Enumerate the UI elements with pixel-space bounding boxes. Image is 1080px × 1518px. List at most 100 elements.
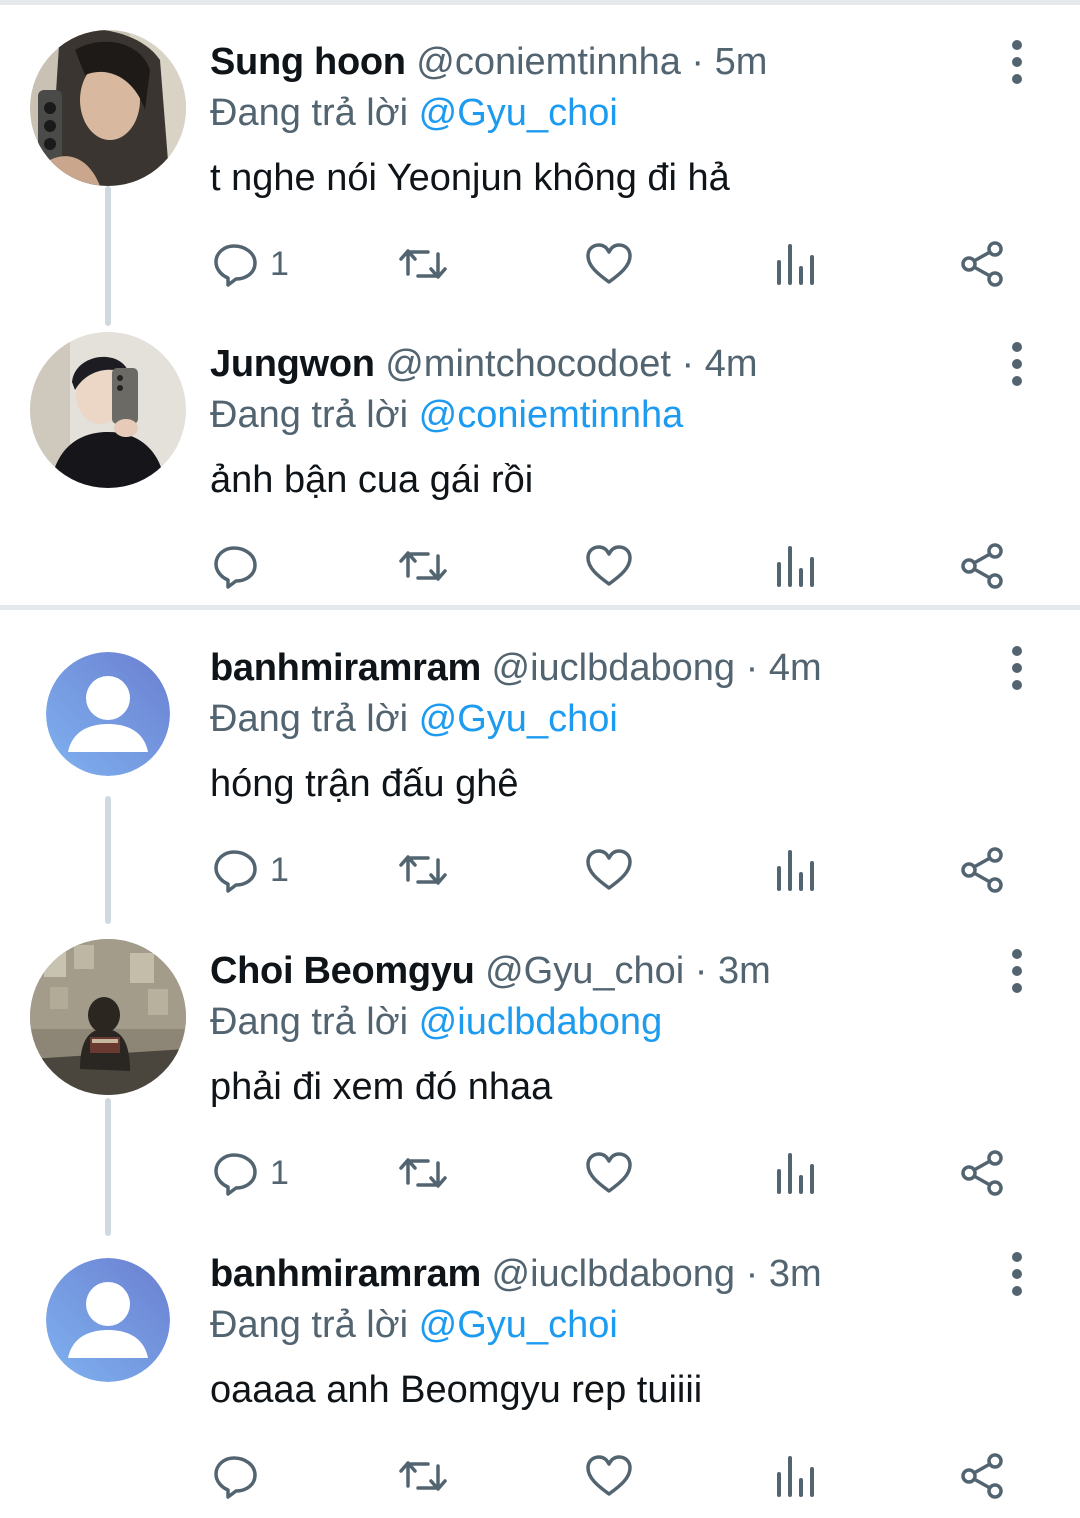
retweet-button[interactable]: [396, 538, 450, 594]
avatar[interactable]: [46, 1258, 170, 1382]
action-bar: 1: [0, 1145, 1080, 1201]
more-vertical-icon[interactable]: [1000, 1250, 1034, 1298]
reply-button[interactable]: [212, 1448, 270, 1504]
tweet-text: t nghe nói Yeonjun không đi hả: [210, 157, 730, 199]
retweet-icon: [399, 1461, 447, 1491]
reply-button[interactable]: 1: [212, 236, 289, 292]
timestamp[interactable]: 4m: [769, 647, 822, 689]
share-button[interactable]: [960, 1448, 1006, 1504]
tweet[interactable]: banhmiramram @iuclbdabong · 3m Đang trả …: [0, 1216, 1080, 1518]
mention-link[interactable]: @coniemtinnha: [419, 394, 684, 436]
reply-button[interactable]: [212, 538, 270, 594]
views-button[interactable]: [774, 538, 818, 594]
share-icon: [961, 543, 1003, 589]
views-button[interactable]: [774, 1448, 818, 1504]
display-name[interactable]: banhmiramram: [210, 1253, 481, 1295]
reply-count: 1: [270, 850, 289, 889]
separator-dot: ·: [681, 343, 695, 385]
views-icon: [777, 546, 814, 587]
like-button[interactable]: [584, 842, 634, 898]
like-icon: [586, 545, 632, 586]
reply-button[interactable]: 1: [212, 1145, 289, 1201]
tweet[interactable]: banhmiramram @iuclbdabong · 4m Đang trả …: [0, 610, 1080, 912]
reply-icon: [214, 850, 257, 893]
display-name[interactable]: banhmiramram: [210, 647, 481, 689]
retweet-button[interactable]: [396, 1145, 450, 1201]
avatar[interactable]: [30, 30, 186, 186]
retweet-button[interactable]: [396, 842, 450, 898]
like-icon: [586, 243, 632, 284]
display-name[interactable]: Sung hoon: [210, 41, 406, 83]
tweet-header: Choi Beomgyu @Gyu_choi · 3m: [210, 945, 771, 997]
timestamp[interactable]: 4m: [705, 343, 758, 385]
share-button[interactable]: [960, 538, 1006, 594]
share-icon: [961, 241, 1003, 287]
mention-link[interactable]: @iuclbdabong: [419, 1001, 663, 1043]
views-icon: [777, 1456, 814, 1497]
share-icon: [961, 847, 1003, 893]
mention-link[interactable]: @Gyu_choi: [419, 698, 618, 740]
replying-to-label: Đang trả lời: [210, 92, 409, 134]
user-handle[interactable]: @mintchocodoet: [385, 343, 671, 385]
reply-icon: [214, 546, 257, 589]
reply-icon: [214, 1456, 257, 1499]
more-vertical-icon[interactable]: [1000, 340, 1034, 388]
avatar[interactable]: [30, 939, 186, 1095]
retweet-icon: [399, 551, 447, 581]
more-vertical-icon[interactable]: [1000, 644, 1034, 692]
retweet-button[interactable]: [396, 1448, 450, 1504]
timestamp[interactable]: 3m: [718, 950, 771, 992]
mention-link[interactable]: @Gyu_choi: [419, 1304, 618, 1346]
reply-button[interactable]: 1: [212, 842, 289, 898]
like-button[interactable]: [584, 236, 634, 292]
share-button[interactable]: [960, 842, 1006, 898]
replying-to: Đang trả lời @iuclbdabong: [210, 997, 662, 1047]
like-button[interactable]: [584, 1448, 634, 1504]
like-icon: [586, 849, 632, 890]
tweet[interactable]: Jungwon @mintchocodoet · 4m Đang trả lời…: [0, 306, 1080, 608]
user-handle[interactable]: @iuclbdabong: [492, 647, 736, 689]
views-button[interactable]: [774, 842, 818, 898]
tweet[interactable]: Choi Beomgyu @Gyu_choi · 3m Đang trả lời…: [0, 913, 1080, 1215]
like-icon: [586, 1152, 632, 1193]
mention-link[interactable]: @Gyu_choi: [419, 92, 618, 134]
display-name[interactable]: Choi Beomgyu: [210, 950, 475, 992]
more-vertical-icon[interactable]: [1000, 947, 1034, 995]
replying-to-label: Đang trả lời: [210, 698, 409, 740]
display-name[interactable]: Jungwon: [210, 343, 375, 385]
user-handle[interactable]: @Gyu_choi: [485, 950, 684, 992]
views-button[interactable]: [774, 1145, 818, 1201]
timestamp[interactable]: 3m: [769, 1253, 822, 1295]
like-button[interactable]: [584, 1145, 634, 1201]
replying-to-label: Đang trả lời: [210, 1001, 409, 1043]
user-handle[interactable]: @coniemtinnha: [416, 41, 681, 83]
like-button[interactable]: [584, 538, 634, 594]
share-button[interactable]: [960, 236, 1006, 292]
action-bar: 1: [0, 236, 1080, 292]
share-button[interactable]: [960, 1145, 1006, 1201]
avatar[interactable]: [46, 652, 170, 776]
separator-dot: ·: [694, 950, 708, 992]
avatar-photo: [30, 30, 186, 186]
reply-icon: [214, 244, 257, 287]
views-button[interactable]: [774, 236, 818, 292]
tweet-header: banhmiramram @iuclbdabong · 4m: [210, 642, 822, 694]
action-bar: 1: [0, 842, 1080, 898]
avatar[interactable]: [30, 332, 186, 488]
tweet-header: Sung hoon @coniemtinnha · 5m: [210, 36, 767, 88]
retweet-icon: [399, 855, 447, 885]
timestamp[interactable]: 5m: [715, 41, 768, 83]
default-avatar-icon: [46, 1258, 170, 1382]
tweet-text: phải đi xem đó nhaa: [210, 1066, 553, 1108]
replying-to: Đang trả lời @Gyu_choi: [210, 88, 618, 138]
tweet-text: hóng trận đấu ghê: [210, 763, 519, 805]
more-vertical-icon[interactable]: [1000, 38, 1034, 86]
retweet-button[interactable]: [396, 236, 450, 292]
tweet[interactable]: Sung hoon @coniemtinnha · 5m Đang trả lờ…: [0, 4, 1080, 306]
avatar-photo: [30, 939, 186, 1095]
views-icon: [777, 850, 814, 891]
views-icon: [777, 1153, 814, 1194]
replying-to: Đang trả lời @Gyu_choi: [210, 1300, 618, 1350]
user-handle[interactable]: @iuclbdabong: [492, 1253, 736, 1295]
replying-to-label: Đang trả lời: [210, 394, 409, 436]
